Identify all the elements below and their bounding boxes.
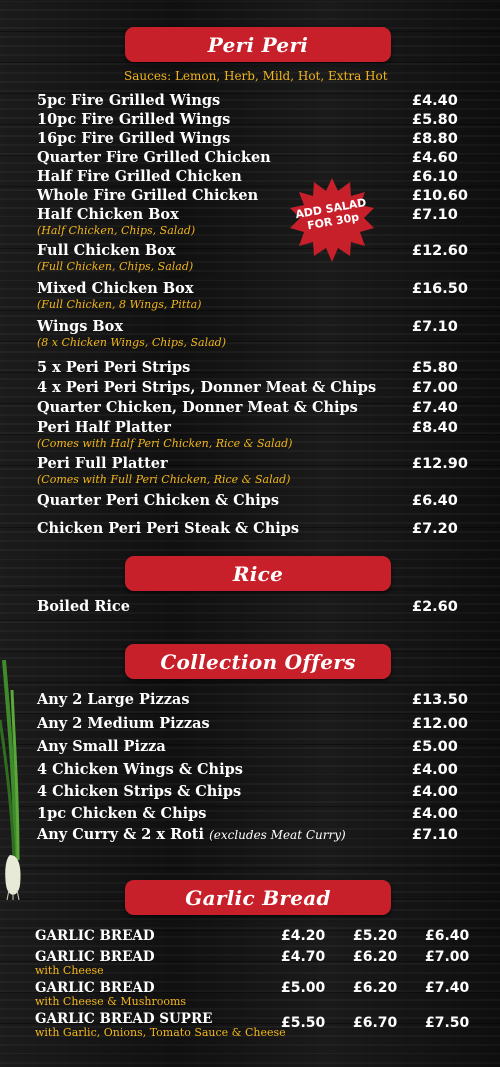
menu-item: Wings Box (8 x Chicken Wings, Chips, Sala… <box>37 318 458 349</box>
collection-offers-heading: Collection Offers <box>125 644 391 679</box>
menu-item: 5 x Peri Peri Strips £5.80 <box>37 359 458 376</box>
peri-peri-heading: Peri Peri <box>125 27 391 62</box>
spring-onion-illustration <box>0 660 21 900</box>
menu-item: Full Chicken Box (Full Chicken, Chips, Sa… <box>37 242 468 273</box>
menu-item: GARLIC BREAD SUPRE with Garlic, Onions, T… <box>35 1011 470 1039</box>
menu-item: Any Curry & 2 x Roti (excludes Meat Curr… <box>37 826 458 843</box>
menu-item: GARLIC BREAD £4.20 £5.20 £6.40 <box>35 928 470 944</box>
menu-item: Any 2 Large Pizzas £13.50 <box>37 691 468 708</box>
menu-item: Any 2 Medium Pizzas £12.00 <box>37 715 468 732</box>
menu-item: Peri Full Platter (Comes with Full Peri C… <box>37 455 468 486</box>
menu-item: 4 Chicken Wings & Chips £4.00 <box>37 761 458 778</box>
menu-item: Mixed Chicken Box (Full Chicken, 8 Wings,… <box>37 280 468 311</box>
menu-item: 10pc Fire Grilled Wings £5.80 <box>37 111 458 128</box>
menu-item: Boiled Rice £2.60 <box>37 598 458 615</box>
menu-item: Chicken Peri Peri Steak & Chips £7.20 <box>37 520 458 537</box>
menu-item: GARLIC BREAD with Cheese £4.70 £6.20 £7.00 <box>35 949 470 977</box>
menu-item: 16pc Fire Grilled Wings £8.80 <box>37 130 458 147</box>
menu-item: Whole Fire Grilled Chicken £10.60 <box>37 187 468 204</box>
menu-item: 5pc Fire Grilled Wings £4.40 <box>37 92 458 109</box>
menu-item: Quarter Peri Chicken & Chips £6.40 <box>37 492 458 509</box>
garlic-bread-heading: Garlic Bread <box>125 880 391 915</box>
exclusion-note: (excludes Meat Curry) <box>209 828 346 842</box>
menu-item: 4 x Peri Peri Strips, Donner Meat & Chip… <box>37 379 458 396</box>
sauces-note: Sauces: Lemon, Herb, Mild, Hot, Extra Ho… <box>124 69 388 83</box>
menu-item: Half Fire Grilled Chicken £6.10 <box>37 168 458 185</box>
menu-item: 4 Chicken Strips & Chips £4.00 <box>37 783 458 800</box>
menu-item: Half Chicken Box (Half Chicken, Chips, Sa… <box>37 206 458 237</box>
menu-item: Any Small Pizza £5.00 <box>37 738 458 755</box>
rice-heading: Rice <box>125 556 391 591</box>
menu-item: Quarter Fire Grilled Chicken £4.60 <box>37 149 458 166</box>
menu-item: Peri Half Platter (Comes with Half Peri C… <box>37 419 458 450</box>
menu-item: 1pc Chicken & Chips £4.00 <box>37 805 458 822</box>
menu-item: GARLIC BREAD with Cheese & Mushrooms £5.0… <box>35 980 470 1008</box>
menu-item: Quarter Chicken, Donner Meat & Chips £7.4… <box>37 399 458 416</box>
